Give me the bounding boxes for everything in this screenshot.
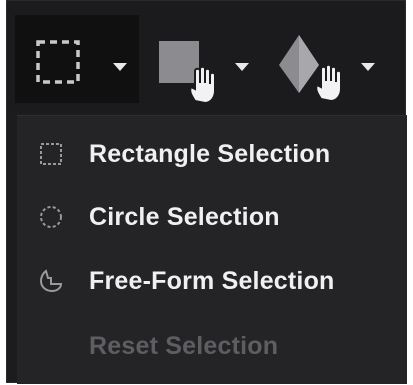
circle-selection-icon xyxy=(40,206,62,228)
rectangle-selection-tool-icon xyxy=(36,40,80,84)
menu-item-freeform-selection[interactable]: Free-Form Selection xyxy=(17,256,407,306)
rectangle-selection-icon xyxy=(40,143,62,165)
shape-hand-tool-button[interactable] xyxy=(151,15,269,103)
chevron-down-icon[interactable] xyxy=(235,63,249,71)
menu-item-circle-selection[interactable]: Circle Selection xyxy=(17,192,407,242)
menu-item-rectangle-selection[interactable]: Rectangle Selection xyxy=(17,129,407,179)
toolbar xyxy=(7,1,405,113)
polygon-hand-tool-icon xyxy=(279,35,342,103)
shape-hand-tool-icon xyxy=(159,41,216,103)
selection-dropdown-menu: Rectangle Selection Circle Selection Fre… xyxy=(17,115,407,384)
polygon-hand-tool-button[interactable] xyxy=(271,15,395,103)
menu-item-label: Circle Selection xyxy=(89,202,280,231)
menu-item-label: Reset Selection xyxy=(89,331,279,360)
selection-tool-panel: Rectangle Selection Circle Selection Fre… xyxy=(6,0,407,384)
menu-item-reset-selection: Reset Selection xyxy=(17,321,407,371)
freeform-selection-icon xyxy=(39,269,63,293)
chevron-down-icon[interactable] xyxy=(113,63,127,71)
menu-item-label: Rectangle Selection xyxy=(89,139,331,168)
menu-item-label: Free-Form Selection xyxy=(89,266,335,295)
chevron-down-icon[interactable] xyxy=(361,63,375,71)
rectangle-selection-tool-button[interactable] xyxy=(15,15,139,103)
